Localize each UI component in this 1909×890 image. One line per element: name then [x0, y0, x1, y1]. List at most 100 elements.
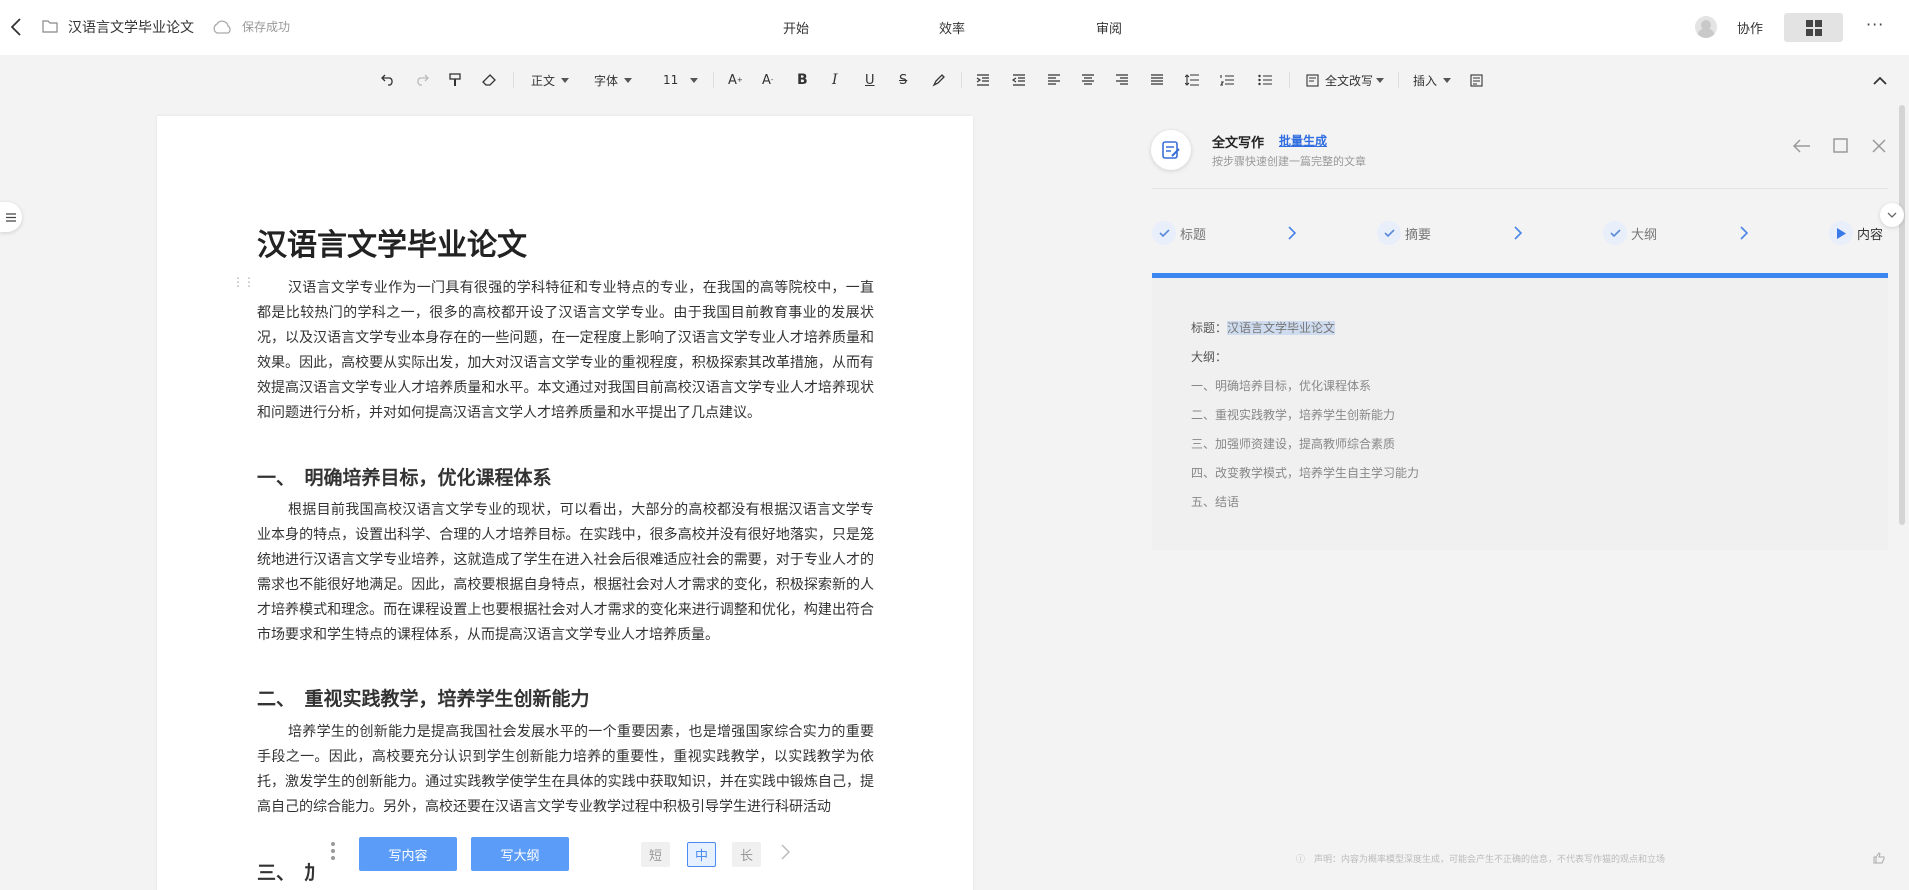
numbered-list-icon[interactable] [1220, 70, 1234, 90]
align-left-icon[interactable] [1048, 70, 1060, 90]
rewrite-icon [1306, 73, 1319, 87]
step-abstract-label: 摘要 [1405, 227, 1432, 243]
chevron-right-icon[interactable] [781, 844, 791, 864]
collapse-toolbar-icon[interactable] [1873, 70, 1887, 90]
close-icon[interactable] [1872, 138, 1886, 157]
divider [961, 72, 962, 88]
maximize-icon[interactable] [1833, 138, 1848, 157]
write-content-button[interactable]: 写内容 [359, 837, 457, 871]
divider [1152, 188, 1888, 189]
tab-review[interactable]: 审阅 [1096, 18, 1122, 37]
strikethrough-icon[interactable]: S [899, 70, 907, 90]
section-heading-1[interactable]: 一、 明确培养目标，优化课程体系 [257, 463, 552, 490]
underline-icon[interactable]: U [865, 70, 875, 90]
tab-start[interactable]: 开始 [783, 18, 809, 37]
divider [1289, 72, 1290, 88]
step-title[interactable]: 标题 [1152, 220, 1206, 246]
folder-icon[interactable] [42, 18, 58, 37]
drag-handle-icon[interactable]: ⋮⋮ [232, 276, 255, 288]
more-icon[interactable]: ··· [1866, 15, 1884, 34]
scrollbar[interactable] [1899, 105, 1905, 525]
back-icon[interactable] [6, 16, 26, 38]
outline-item[interactable]: 三、加强师资建设，提高教师综合素质 [1191, 435, 1395, 452]
cloud-icon [211, 19, 233, 38]
font-size-select[interactable]: 11 [663, 70, 699, 90]
section-heading-3[interactable]: 三、 加 [257, 858, 324, 885]
step-title-label: 标题 [1180, 227, 1207, 243]
step-outline[interactable]: 大纲 [1603, 220, 1657, 246]
expand-down-icon[interactable] [1880, 203, 1904, 227]
format-painter-icon[interactable] [449, 70, 461, 90]
disclaimer-label: 声明：内容为概率模型深度生成，可能会产生不正确的信息，不代表写作猫的观点和立场 [1314, 855, 1666, 865]
length-short-button[interactable]: 短 [641, 842, 670, 867]
feedback-thumb-icon[interactable] [1873, 849, 1885, 868]
outline-toggle[interactable] [0, 202, 22, 232]
chevron-right-icon [1514, 225, 1523, 244]
length-medium-button[interactable]: 中 [687, 842, 716, 867]
top-bar: 汉语言文学毕业论文 保存成功 开始 效率 审阅 协作 ··· [0, 0, 1909, 55]
document-title[interactable]: 汉语言文学毕业论文 [68, 17, 194, 37]
arrow-left-icon[interactable] [1792, 138, 1811, 157]
play-icon [1829, 221, 1853, 245]
check-icon [1603, 221, 1627, 245]
length-long-button[interactable]: 长 [732, 842, 761, 867]
decrease-font-icon[interactable]: A- [762, 70, 773, 90]
document-heading[interactable]: 汉语言文学毕业论文 [257, 220, 527, 264]
grid-icon [1805, 19, 1822, 36]
avatar[interactable] [1695, 16, 1717, 38]
rewrite-all-label: 全文改写 [1325, 73, 1374, 88]
indent-icon[interactable] [976, 70, 990, 90]
panel-title: 全文写作 [1212, 136, 1265, 151]
increase-font-icon[interactable]: A + [728, 70, 743, 90]
justify-icon[interactable] [1151, 70, 1163, 90]
chevron-right-icon [1288, 225, 1297, 244]
outline-item[interactable]: 二、重视实践教学，培养学生创新能力 [1191, 406, 1395, 423]
step-content[interactable]: 内容 [1829, 220, 1883, 246]
chevron-down-icon [690, 77, 699, 83]
section-2-paragraph[interactable]: 培养学生的创新能力是提高我国社会发展水平的一个重要因素，也是增强国家综合实力的重… [257, 720, 874, 820]
layout-grid-button[interactable] [1784, 13, 1843, 42]
bullet-list-icon[interactable] [1258, 70, 1272, 90]
chevron-down-icon [561, 77, 570, 83]
step-content-label: 内容 [1857, 227, 1884, 243]
tab-efficiency[interactable]: 效率 [939, 18, 965, 37]
font-family-select[interactable]: 字体 [594, 70, 633, 90]
undo-icon[interactable] [381, 70, 395, 90]
align-right-icon[interactable] [1116, 70, 1128, 90]
outline-item[interactable]: 五、结语 [1191, 493, 1239, 510]
paragraph-style-select[interactable]: 正文 [531, 70, 570, 90]
italic-icon[interactable]: I [832, 70, 838, 90]
line-spacing-icon[interactable] [1185, 70, 1199, 90]
section-1-paragraph[interactable]: 根据目前我国高校汉语言文学专业的现状，可以看出，大部分的高校都没有根据汉语言文学… [257, 498, 874, 648]
batch-generate-link[interactable]: 批量生成 [1279, 132, 1327, 149]
outline-item[interactable]: 四、改变教学模式，培养学生自主学习能力 [1191, 464, 1419, 481]
font-family-label: 字体 [594, 73, 619, 88]
intro-paragraph[interactable]: 汉语言文学专业作为一门具有很强的学科特征和专业特点的专业，在我国的高等院校中，一… [257, 276, 874, 426]
collab-button[interactable]: 协作 [1737, 18, 1763, 37]
check-icon [1377, 221, 1401, 245]
eraser-icon[interactable] [482, 70, 496, 90]
paragraph-style-label: 正文 [531, 73, 556, 88]
step-outline-label: 大纲 [1631, 227, 1658, 243]
outline-label: 大纲： [1191, 350, 1228, 364]
chevron-down-icon [1376, 77, 1385, 83]
divider [1398, 72, 1399, 88]
full-writing-icon [1151, 130, 1191, 170]
title-label: 标题： [1191, 321, 1228, 335]
page-settings-icon[interactable] [1470, 70, 1483, 90]
insert-label: 插入 [1413, 73, 1438, 88]
write-outline-button[interactable]: 写大纲 [471, 837, 569, 871]
section-heading-2[interactable]: 二、 重视实践教学，培养学生创新能力 [257, 684, 590, 711]
align-center-icon[interactable] [1082, 70, 1094, 90]
title-value[interactable]: 汉语言文学毕业论文 [1227, 321, 1336, 335]
highlight-icon[interactable] [932, 70, 946, 90]
insert-menu[interactable]: 插入 [1413, 70, 1452, 90]
drag-handle-icon[interactable] [331, 842, 335, 863]
redo-icon[interactable] [415, 70, 429, 90]
rewrite-all-button[interactable]: 全文改写 [1306, 70, 1385, 90]
outdent-icon[interactable] [1012, 70, 1026, 90]
bold-icon[interactable]: B [797, 70, 808, 90]
divider [513, 72, 514, 88]
outline-item[interactable]: 一、明确培养目标，优化课程体系 [1191, 377, 1371, 394]
step-abstract[interactable]: 摘要 [1377, 220, 1431, 246]
